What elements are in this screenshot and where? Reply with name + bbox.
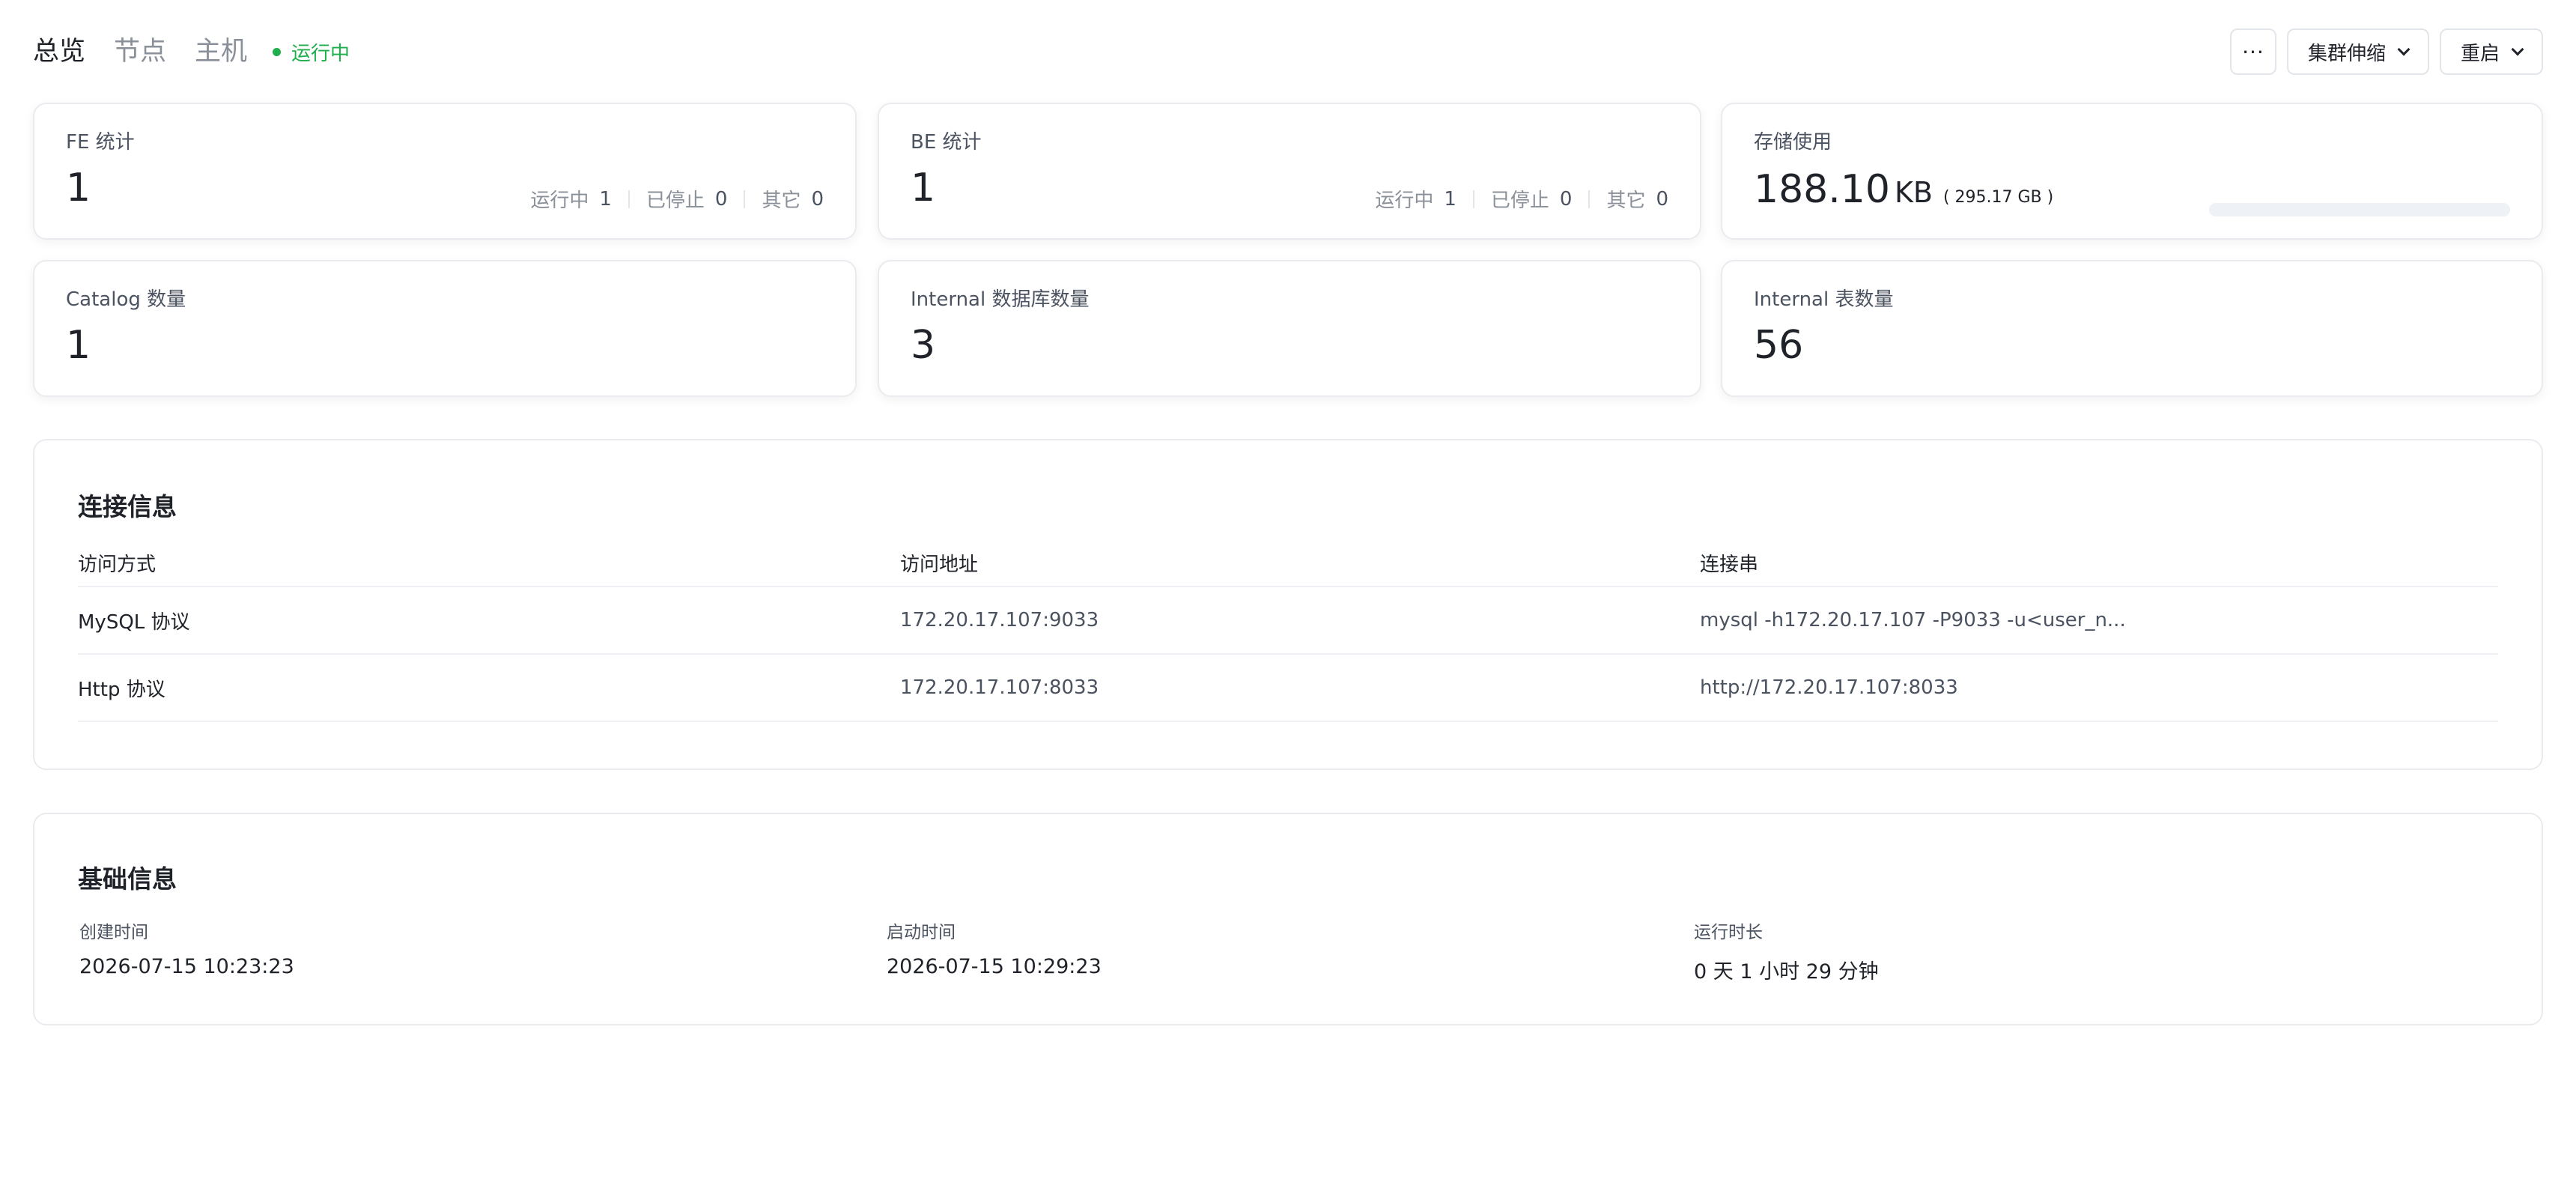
uptime-field: 运行时长 0 天 1 小时 29 分钟 bbox=[1694, 918, 1879, 984]
be-stats-label: BE 统计 bbox=[911, 131, 982, 154]
table-header-row: 访问方式 访问地址 连接串 bbox=[78, 539, 2498, 587]
divider bbox=[744, 190, 746, 208]
be-other-count: 0 bbox=[1656, 187, 1668, 210]
fe-other-label: 其它 bbox=[762, 190, 801, 212]
uptime-value: 0 天 1 小时 29 分钟 bbox=[1694, 960, 1879, 984]
column-header-connection-string: 连接串 bbox=[1700, 553, 1759, 576]
cluster-status-badge: 运行中 bbox=[273, 38, 350, 66]
internal-table-count-card: Internal 表数量 56 bbox=[1721, 260, 2543, 397]
divider bbox=[1588, 190, 1591, 208]
status-dot-icon bbox=[273, 47, 282, 56]
start-time-value: 2026-07-15 10:29:23 bbox=[887, 955, 1102, 978]
internal-table-count-value: 56 bbox=[1754, 323, 1804, 368]
storage-used-number: 188.10 bbox=[1754, 167, 1890, 212]
be-stopped-count: 0 bbox=[1559, 187, 1573, 210]
fe-stats-value: 1 bbox=[66, 166, 91, 210]
storage-progress-bar bbox=[2209, 203, 2510, 216]
start-time-label: 启动时间 bbox=[887, 923, 956, 942]
be-running-label: 运行中 bbox=[1375, 190, 1434, 212]
storage-usage-label: 存储使用 bbox=[1754, 131, 1832, 154]
connection-string-cell[interactable]: mysql -h172.20.17.107 -P9033 -u<user_n..… bbox=[1700, 587, 2126, 653]
fe-other-count: 0 bbox=[811, 187, 824, 210]
uptime-label: 运行时长 bbox=[1694, 923, 1763, 942]
fe-stats-breakdown: 运行中 1 已停止 0 其它 0 bbox=[530, 185, 824, 213]
chevron-down-icon bbox=[2397, 43, 2411, 55]
restart-label: 重启 bbox=[2460, 42, 2500, 65]
internal-db-count-value: 3 bbox=[911, 323, 936, 368]
fe-stats-card: FE 统计 1 运行中 1 已停止 0 其它 0 bbox=[33, 103, 857, 240]
fe-stats-label: FE 统计 bbox=[66, 131, 135, 154]
fe-running-count: 1 bbox=[599, 187, 612, 210]
header-actions: ··· 集群伸缩 重启 bbox=[2220, 28, 2543, 75]
table-row: Http 协议 172.20.17.107:8033 http://172.20… bbox=[78, 655, 2498, 722]
created-time-field: 创建时间 2026-07-15 10:23:23 bbox=[79, 918, 294, 978]
created-time-value: 2026-07-15 10:23:23 bbox=[79, 955, 294, 978]
connection-table: 访问方式 访问地址 连接串 MySQL 协议 172.20.17.107:903… bbox=[78, 539, 2498, 722]
be-other-label: 其它 bbox=[1606, 190, 1646, 212]
catalog-count-card: Catalog 数量 1 bbox=[33, 260, 857, 397]
column-header-access-address: 访问地址 bbox=[900, 553, 979, 576]
access-address-cell: 172.20.17.107:8033 bbox=[900, 676, 1099, 699]
basic-info-panel: 基础信息 创建时间 2026-07-15 10:23:23 启动时间 2026-… bbox=[33, 813, 2543, 1025]
tab-hosts[interactable]: 主机 bbox=[195, 28, 247, 75]
storage-used-unit: KB bbox=[1894, 176, 1933, 209]
catalog-count-label: Catalog 数量 bbox=[66, 288, 186, 311]
access-method-cell: Http 协议 bbox=[78, 678, 165, 701]
cluster-scale-button[interactable]: 集群伸缩 bbox=[2286, 28, 2429, 75]
page-header: 总览 节点 主机 运行中 ··· 集群伸缩 重启 bbox=[33, 28, 2543, 75]
be-stopped-label: 已停止 bbox=[1490, 190, 1549, 212]
fe-running-label: 运行中 bbox=[530, 190, 589, 212]
storage-usage-value: 188.10 KB ( 295.17 GB ) bbox=[1754, 167, 2053, 212]
fe-stopped-count: 0 bbox=[714, 187, 728, 210]
tab-overview[interactable]: 总览 bbox=[33, 28, 85, 75]
be-running-count: 1 bbox=[1444, 187, 1456, 210]
internal-db-count-card: Internal 数据库数量 3 bbox=[878, 260, 1701, 397]
tab-bar: 总览 节点 主机 运行中 bbox=[33, 28, 350, 75]
created-time-label: 创建时间 bbox=[79, 923, 148, 942]
fe-stopped-label: 已停止 bbox=[645, 190, 705, 212]
storage-total: ( 295.17 GB ) bbox=[1942, 188, 2054, 207]
internal-table-count-label: Internal 表数量 bbox=[1754, 288, 1894, 311]
column-header-access-method: 访问方式 bbox=[78, 553, 157, 576]
connection-info-panel: 连接信息 访问方式 访问地址 连接串 MySQL 协议 172.20.17.10… bbox=[33, 439, 2543, 770]
storage-usage-card: 存储使用 188.10 KB ( 295.17 GB ) bbox=[1721, 103, 2543, 240]
connection-string-cell[interactable]: http://172.20.17.107:8033 bbox=[1700, 655, 1958, 721]
connection-info-title: 连接信息 bbox=[78, 492, 177, 521]
catalog-count-value: 1 bbox=[66, 323, 91, 368]
table-row: MySQL 协议 172.20.17.107:9033 mysql -h172.… bbox=[78, 587, 2498, 655]
tab-nodes[interactable]: 节点 bbox=[114, 28, 166, 75]
access-method-cell: MySQL 协议 bbox=[78, 610, 190, 634]
access-address-cell: 172.20.17.107:9033 bbox=[900, 609, 1099, 631]
restart-button[interactable]: 重启 bbox=[2439, 28, 2543, 75]
cluster-status-text: 运行中 bbox=[291, 42, 350, 65]
be-stats-card: BE 统计 1 运行中 1 已停止 0 其它 0 bbox=[878, 103, 1701, 240]
basic-info-title: 基础信息 bbox=[78, 864, 177, 894]
internal-db-count-label: Internal 数据库数量 bbox=[911, 288, 1090, 311]
divider bbox=[1472, 190, 1474, 208]
more-dots-icon: ··· bbox=[2242, 39, 2264, 64]
divider bbox=[628, 190, 630, 208]
start-time-field: 启动时间 2026-07-15 10:29:23 bbox=[887, 918, 1102, 978]
cluster-scale-label: 集群伸缩 bbox=[2307, 42, 2386, 65]
chevron-down-icon bbox=[2511, 43, 2524, 55]
be-stats-breakdown: 运行中 1 已停止 0 其它 0 bbox=[1375, 185, 1668, 213]
more-button[interactable]: ··· bbox=[2229, 28, 2276, 75]
be-stats-value: 1 bbox=[911, 166, 936, 210]
